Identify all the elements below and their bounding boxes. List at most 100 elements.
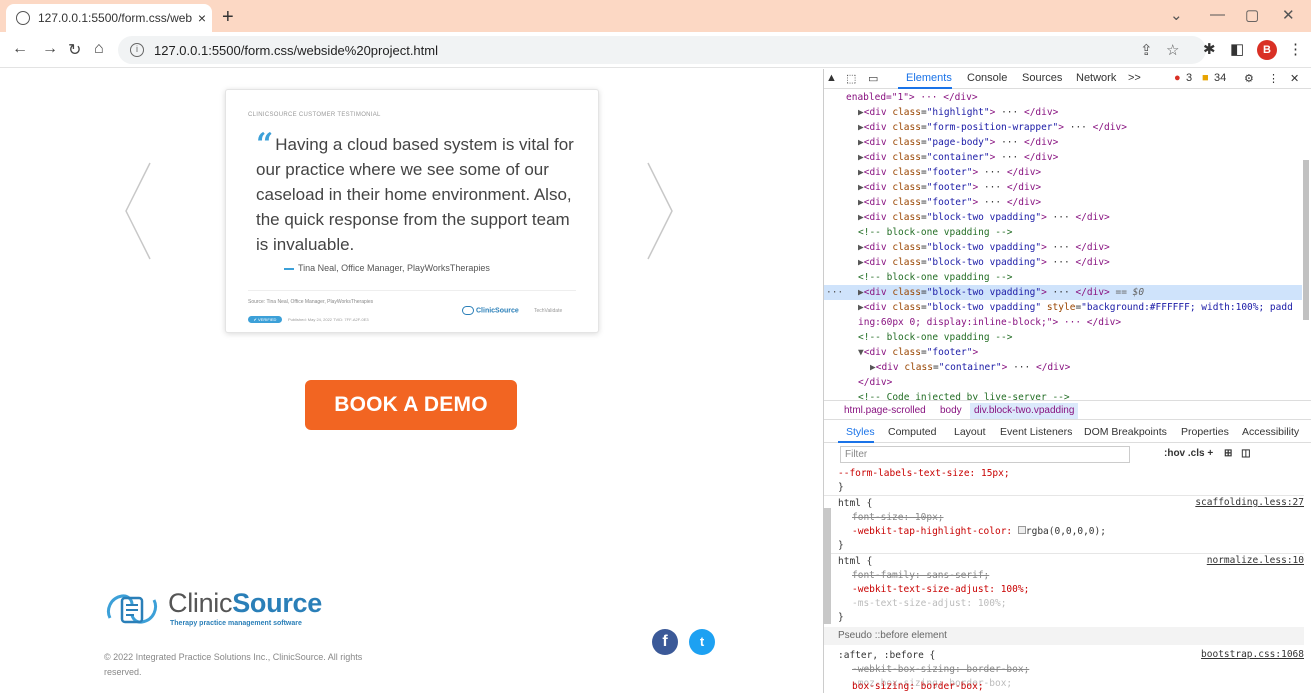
clinicsource-small-logo: ClinicSource: [462, 306, 519, 315]
toggle-sidebar-icon[interactable]: ◫: [1241, 448, 1250, 459]
css-declaration[interactable]: -ms-text-size-adjust: 100%;: [852, 597, 1311, 611]
carousel-prev-arrow-icon[interactable]: [124, 161, 152, 261]
subtab-properties[interactable]: Properties: [1181, 426, 1229, 438]
book-demo-button[interactable]: BOOK A DEMO: [305, 380, 517, 430]
dom-node-row[interactable]: ▼<div class="footer">: [824, 345, 1302, 360]
rule-source-link[interactable]: bootstrap.css:1068: [1201, 649, 1304, 660]
rule-source-link[interactable]: scaffolding.less:27: [1195, 497, 1304, 508]
testimonial-card: CLINICSOURCE CUSTOMER TESTIMONIAL “Havin…: [225, 89, 599, 333]
css-declaration[interactable]: -webkit-box-sizing: border-box;: [852, 663, 1311, 677]
dom-node-row[interactable]: ▶<div class="form-position-wrapper"> ···…: [824, 120, 1302, 135]
crumb-html[interactable]: html.page-scrolled: [844, 405, 926, 416]
dom-scrollbar[interactable]: [1302, 90, 1310, 400]
filter-tools[interactable]: :hov .cls + ⊞ ◫: [1164, 448, 1251, 459]
dom-node-row[interactable]: ▶<div class="container"> ··· </div>: [824, 360, 1302, 375]
css-declaration[interactable]: -webkit-text-size-adjust: 100%;: [852, 583, 1311, 597]
testimonial-quote: “Having a cloud based system is vital fo…: [256, 127, 574, 255]
facebook-icon[interactable]: f: [652, 629, 678, 655]
carousel-next-arrow-icon[interactable]: [646, 161, 674, 261]
settings-gear-icon[interactable]: ⚙: [1244, 72, 1254, 85]
dom-node-row[interactable]: ▶<div class="footer"> ··· </div>: [824, 180, 1302, 195]
subtab-dom-breakpoints[interactable]: DOM Breakpoints: [1084, 426, 1167, 438]
new-rule-icon[interactable]: ⊞: [1224, 448, 1232, 459]
site-info-icon[interactable]: i: [130, 43, 144, 57]
tab-network[interactable]: Network: [1076, 72, 1116, 84]
profile-avatar[interactable]: B: [1257, 40, 1277, 60]
dom-node-row[interactable]: ▶<div class="block-two vpadding"> ··· </…: [824, 255, 1302, 270]
bookmark-star-icon[interactable]: ☆: [1166, 41, 1179, 59]
close-window-button[interactable]: ✕: [1282, 6, 1295, 24]
warning-count[interactable]: 34: [1214, 72, 1226, 84]
dom-node-row[interactable]: ing:60px 0; display:inline-block;"> ··· …: [824, 315, 1302, 330]
extensions-icon[interactable]: ✱: [1203, 40, 1216, 58]
forward-icon[interactable]: →: [42, 40, 58, 58]
active-tab[interactable]: 127.0.0.1:5500/form.css/websid ×: [6, 4, 212, 32]
warning-icon[interactable]: ■: [1202, 72, 1209, 84]
dom-node-row[interactable]: <!-- block-one vpadding -->: [824, 330, 1302, 345]
dom-node-row[interactable]: ▶<div class="page-body"> ··· </div>: [824, 135, 1302, 150]
share-icon[interactable]: ⇪: [1140, 41, 1153, 59]
dom-node-row[interactable]: ▶<div class="block-two vpadding" style="…: [824, 300, 1302, 315]
dom-node-row[interactable]: ▶<div class="footer"> ··· </div>: [824, 195, 1302, 210]
hov-cls-add-buttons[interactable]: :hov .cls +: [1164, 448, 1213, 459]
styles-filter-input[interactable]: Filter: [840, 446, 1130, 463]
css-declaration[interactable]: font-size: 10px;: [852, 511, 1311, 525]
tab-close-button[interactable]: ×: [192, 10, 212, 26]
subtab-accessibility[interactable]: Accessibility: [1242, 426, 1299, 438]
browser-menu-icon[interactable]: ⋮: [1288, 40, 1303, 58]
new-tab-button[interactable]: +: [222, 6, 234, 29]
more-tabs-button[interactable]: >>: [1128, 72, 1141, 84]
tab-console[interactable]: Console: [967, 72, 1007, 84]
side-panel-icon[interactable]: ◧: [1230, 40, 1244, 58]
subtab-layout[interactable]: Layout: [954, 426, 986, 438]
minimize-button[interactable]: —: [1210, 6, 1225, 23]
tab-sources[interactable]: Sources: [1022, 72, 1062, 84]
css-declaration[interactable]: box-sizing: border-box;: [852, 681, 984, 692]
color-swatch-icon[interactable]: [1017, 526, 1026, 534]
dom-node-row[interactable]: <!-- block-one vpadding -->: [824, 225, 1302, 240]
quote-mark-icon: “: [256, 127, 274, 162]
dom-node-row[interactable]: ▶<div class="block-two vpadding"> ··· </…: [824, 210, 1302, 225]
error-icon[interactable]: ●: [1174, 72, 1181, 84]
home-icon[interactable]: ⌂: [94, 40, 104, 58]
verified-badge: ✔ VERIFIED: [248, 316, 282, 323]
css-declaration[interactable]: -webkit-tap-highlight-color: rgba(0,0,0,…: [852, 525, 1311, 539]
devtools-resize-handle[interactable]: [823, 508, 831, 624]
dom-node-row[interactable]: ··· ▶<div class="block-two vpadding"> ···…: [824, 285, 1302, 300]
pseudo-element-header: Pseudo ::before element: [824, 627, 1304, 645]
inspect-element-icon[interactable]: ⬚: [846, 72, 856, 85]
back-icon[interactable]: ←: [12, 40, 28, 58]
subtab-computed[interactable]: Computed: [888, 426, 936, 438]
dom-node-row[interactable]: <!-- Code injected by live-server -->: [824, 390, 1302, 400]
styles-subtabs: Styles Computed Layout Event Listeners D…: [824, 421, 1311, 443]
rule-source-link[interactable]: normalize.less:10: [1207, 555, 1304, 566]
dock-up-icon[interactable]: ▲: [826, 72, 837, 84]
subtab-styles[interactable]: Styles: [846, 426, 875, 438]
url-bar[interactable]: i 127.0.0.1:5500/form.css/webside%20proj…: [118, 36, 1206, 64]
dom-node-row[interactable]: ▶<div class="container"> ··· </div>: [824, 150, 1302, 165]
crumb-selected[interactable]: div.block-two.vpadding: [970, 403, 1079, 419]
css-var-line[interactable]: --form-labels-text-size: 15px;: [838, 467, 1304, 481]
twitter-icon[interactable]: t: [689, 629, 715, 655]
css-declaration[interactable]: font-family: sans-serif;: [852, 569, 1311, 583]
dom-node-row[interactable]: <!-- block-one vpadding -->: [824, 270, 1302, 285]
url-text[interactable]: 127.0.0.1:5500/form.css/webside%20projec…: [154, 43, 438, 58]
dom-node-row[interactable]: ▶<div class="footer"> ··· </div>: [824, 165, 1302, 180]
devtools-menu-icon[interactable]: ⋮: [1268, 72, 1279, 85]
error-count[interactable]: 3: [1186, 72, 1192, 84]
crumb-body[interactable]: body: [940, 405, 962, 416]
reload-icon[interactable]: ↻: [68, 40, 81, 60]
tab-search-icon[interactable]: ⌄: [1170, 6, 1183, 24]
restore-button[interactable]: ▢: [1245, 6, 1259, 24]
tab-elements[interactable]: Elements: [906, 72, 952, 84]
dom-node-row[interactable]: </div>: [824, 375, 1302, 390]
device-toolbar-icon[interactable]: ▭: [868, 72, 878, 85]
subtab-event-listeners[interactable]: Event Listeners: [1000, 426, 1072, 438]
footer-brand-logo[interactable]: ClinicSource Therapy practice management…: [104, 587, 344, 632]
dom-tree[interactable]: enabled="1"> ··· </div> ▶<div class="high…: [824, 90, 1302, 400]
dom-node-row[interactable]: ▶<div class="block-two vpadding"> ··· </…: [824, 240, 1302, 255]
dom-node-row[interactable]: ▶<div class="highlight"> ··· </div>: [824, 105, 1302, 120]
devtools-close-icon[interactable]: ✕: [1290, 72, 1299, 85]
dom-node-row[interactable]: enabled="1"> ··· </div>: [824, 90, 1302, 105]
clinicsource-logo-icon: [107, 594, 157, 624]
